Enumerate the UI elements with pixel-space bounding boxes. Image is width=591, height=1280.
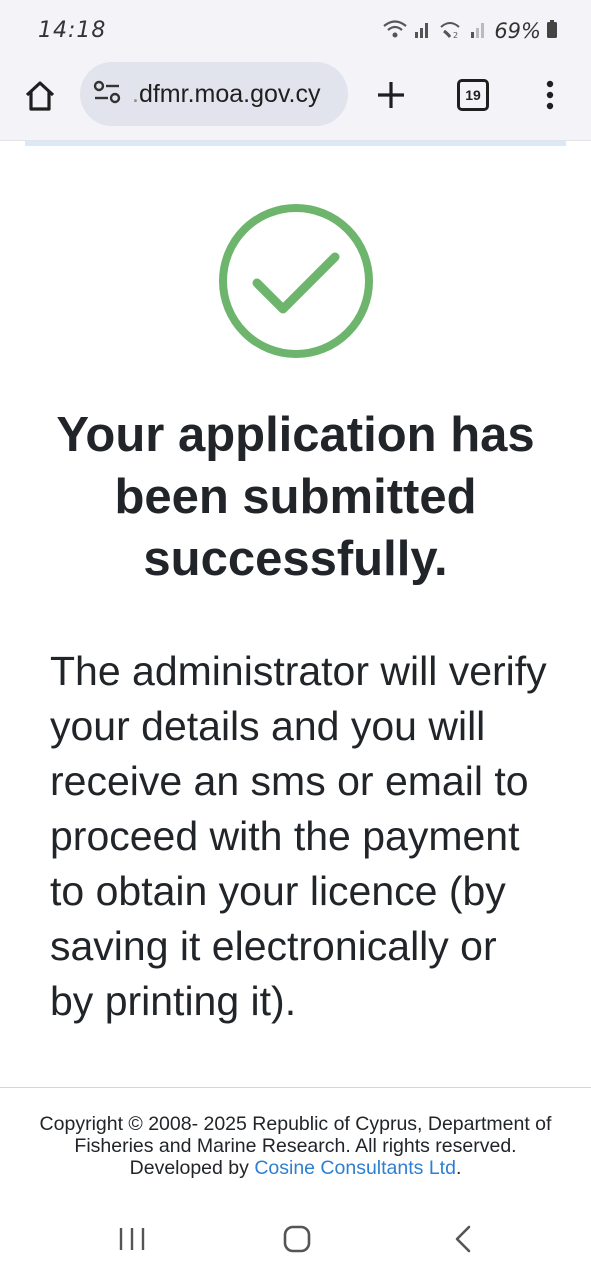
- tab-switcher-button[interactable]: 19: [452, 74, 494, 116]
- footer-divider: [0, 1087, 591, 1088]
- top-strip: [25, 141, 566, 146]
- system-nav-bar: [0, 1200, 591, 1280]
- plus-icon: [376, 80, 406, 115]
- signal-icon: [414, 18, 432, 45]
- url-prefix: .: [132, 79, 139, 108]
- recents-icon: [117, 1225, 147, 1258]
- url-host: dfmr.moa.gov.cy: [138, 79, 321, 108]
- developer-link[interactable]: Cosine Consultants Ltd: [254, 1157, 456, 1179]
- footer: Copyright © 2008- 2025 Republic of Cypru…: [6, 1113, 585, 1179]
- status-bar: 14:18 2 69%: [0, 0, 591, 62]
- status-icons: 2 69%: [382, 18, 557, 44]
- home-button[interactable]: [18, 76, 62, 120]
- tab-count: 19: [457, 79, 489, 111]
- developed-by-prefix: Developed by: [129, 1157, 255, 1179]
- menu-button[interactable]: [530, 74, 570, 120]
- success-headline: Your application has been submitted succ…: [56, 408, 535, 586]
- system-home-button[interactable]: [267, 1216, 327, 1266]
- new-tab-button[interactable]: [368, 74, 414, 120]
- developed-by: Developed by Cosine Consultants Ltd.: [6, 1157, 585, 1179]
- back-button[interactable]: [433, 1216, 493, 1266]
- recents-button[interactable]: [102, 1216, 162, 1266]
- copyright-text: Copyright © 2008- 2025 Republic of Cypru…: [39, 1113, 552, 1157]
- success-check-icon: [217, 202, 375, 360]
- developed-by-suffix: .: [455, 1157, 462, 1179]
- address-bar[interactable]: .dfmr.moa.gov.cy: [80, 62, 348, 126]
- url-text[interactable]: .dfmr.moa.gov.cy: [132, 80, 321, 109]
- browser-toolbar: .dfmr.moa.gov.cy 19: [0, 62, 591, 141]
- tune-icon: [93, 80, 121, 109]
- status-time: 14:18: [38, 18, 107, 43]
- wifi-calling-icon: 2: [438, 18, 464, 45]
- wifi-icon: [382, 18, 408, 45]
- battery-icon: [547, 19, 557, 43]
- site-info-button[interactable]: [92, 79, 122, 109]
- battery-percent: 69%: [494, 19, 541, 43]
- signal-icon-2: [470, 18, 488, 45]
- back-icon: [452, 1224, 474, 1259]
- svg-text:2: 2: [453, 31, 458, 40]
- more-vert-icon: [545, 80, 555, 115]
- home-icon: [23, 79, 57, 118]
- home-circle-icon: [282, 1224, 312, 1259]
- success-message: The administrator will verify your detai…: [50, 648, 547, 1024]
